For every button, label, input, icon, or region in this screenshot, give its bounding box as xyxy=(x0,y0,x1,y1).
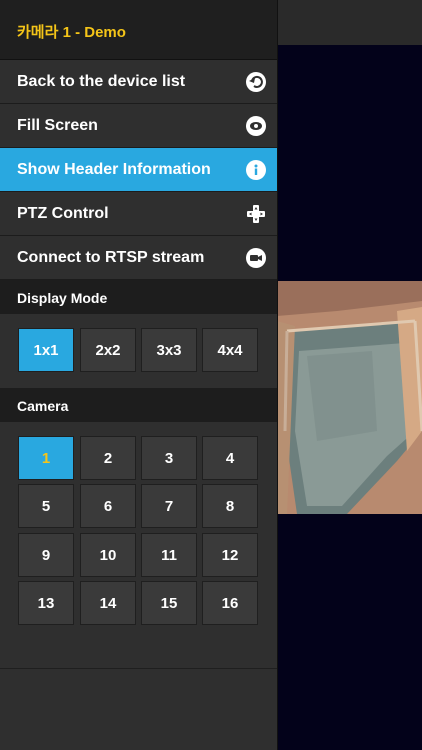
camera-label: Camera xyxy=(17,398,69,414)
camera-10-button[interactable]: 10 xyxy=(80,533,136,577)
camera-2-button[interactable]: 2 xyxy=(80,436,136,480)
camera-3-button[interactable]: 3 xyxy=(141,436,197,480)
top-bar-strip xyxy=(277,0,422,45)
display-mode-4x4-button[interactable]: 4x4 xyxy=(202,328,258,372)
navigation-drawer: 카메라 1 - Demo Back to the device list Fil… xyxy=(0,0,278,750)
ptz-control-button[interactable]: PTZ Control xyxy=(0,192,277,236)
camera-6-button[interactable]: 6 xyxy=(80,484,136,528)
camera-9-button[interactable]: 9 xyxy=(18,533,74,577)
connect-rtsp-stream-button[interactable]: Connect to RTSP stream xyxy=(0,236,277,280)
display-mode-label: Display Mode xyxy=(17,290,108,306)
camera-13-button[interactable]: 13 xyxy=(18,581,74,625)
fill-screen-button[interactable]: Fill Screen xyxy=(0,104,277,148)
show-header-information-button[interactable]: Show Header Information xyxy=(0,148,277,192)
video-frame-image xyxy=(277,281,422,514)
back-arrow-icon xyxy=(246,72,266,92)
menu-item-label: Back to the device list xyxy=(17,73,186,90)
camera-16-button[interactable]: 16 xyxy=(202,581,258,625)
display-mode-3x3-button[interactable]: 3x3 xyxy=(141,328,197,372)
camera-5-button[interactable]: 5 xyxy=(18,484,74,528)
camera-section-header: Camera xyxy=(0,388,277,422)
camera-video-feed[interactable] xyxy=(277,281,422,514)
eye-icon xyxy=(246,116,266,136)
menu-item-label: PTZ Control xyxy=(17,205,109,222)
menu-item-label: Fill Screen xyxy=(17,117,98,134)
back-to-device-list-button[interactable]: Back to the device list xyxy=(0,60,277,104)
drawer-divider xyxy=(0,668,277,669)
info-icon xyxy=(246,160,266,180)
display-mode-2x2-button[interactable]: 2x2 xyxy=(80,328,136,372)
drawer-title: 카메라 1 - Demo xyxy=(17,24,126,41)
camera-8-button[interactable]: 8 xyxy=(202,484,258,528)
camera-1-button[interactable]: 1 xyxy=(18,436,74,480)
camera-4-button[interactable]: 4 xyxy=(202,436,258,480)
menu-item-label: Show Header Information xyxy=(17,161,211,178)
camera-15-button[interactable]: 15 xyxy=(141,581,197,625)
camera-12-button[interactable]: 12 xyxy=(202,533,258,577)
camera-7-button[interactable]: 7 xyxy=(141,484,197,528)
camera-11-button[interactable]: 11 xyxy=(141,533,197,577)
dpad-icon xyxy=(247,205,265,223)
menu-item-label: Connect to RTSP stream xyxy=(17,249,205,266)
display-mode-section-header: Display Mode xyxy=(0,280,277,314)
drawer-header: 카메라 1 - Demo xyxy=(0,0,277,60)
camera-14-button[interactable]: 14 xyxy=(80,581,136,625)
video-camera-icon xyxy=(246,248,266,268)
display-mode-1x1-button[interactable]: 1x1 xyxy=(18,328,74,372)
